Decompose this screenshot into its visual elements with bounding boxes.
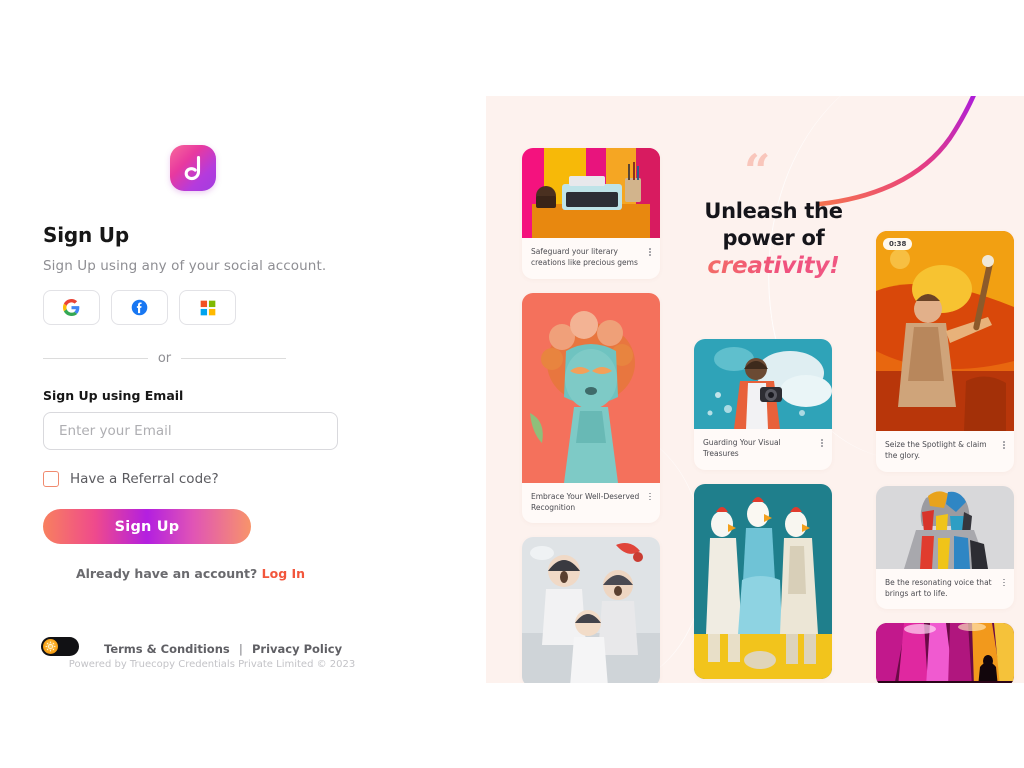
facebook-signup-button[interactable] [111, 290, 168, 325]
more-vertical-icon[interactable] [649, 246, 651, 256]
card-caption: Embrace Your Well-Deserved Recognition [531, 491, 640, 512]
card-thumbnail-photographer [694, 339, 832, 429]
referral-checkbox[interactable] [43, 471, 59, 487]
card-thumbnail-sculpture-woman [522, 292, 660, 483]
facebook-icon [131, 299, 148, 316]
signup-page: Sign Up Sign Up using any of your social… [0, 0, 1024, 768]
showcase-card[interactable] [876, 623, 1014, 683]
divider-line-left [43, 358, 148, 359]
google-icon [63, 299, 80, 316]
showcase-card[interactable] [522, 537, 660, 683]
card-caption: Safeguard your literary creations like p… [531, 247, 638, 268]
divider-label: or [157, 351, 172, 366]
more-vertical-icon[interactable] [821, 437, 823, 447]
app-logo-icon [170, 145, 216, 191]
signup-submit-button[interactable]: Sign Up [43, 509, 251, 544]
card-thumbnail-surreal-crowd [522, 537, 660, 683]
terms-link[interactable]: Terms & Conditions [104, 642, 230, 656]
more-vertical-icon[interactable] [1003, 439, 1005, 449]
card-thumbnail-stage-lights [876, 623, 1014, 683]
card-thumbnail-paint-bust [876, 485, 1014, 569]
page-title: Sign Up [43, 223, 129, 247]
showcase-column-3: 0:38 Seize the Spotlight & claim the glo… [876, 231, 1014, 683]
headline-line-2: power of [722, 225, 825, 250]
card-thumbnail-painter: 0:38 [876, 231, 1014, 431]
sun-icon [43, 639, 58, 654]
email-input[interactable] [43, 412, 338, 450]
showcase-card[interactable]: Safeguard your literary creations like p… [522, 148, 660, 279]
showcase-headline: Unleash the power of creativity! [676, 198, 871, 282]
signup-form-panel: Sign Up Sign Up using any of your social… [0, 0, 486, 768]
referral-checkbox-label: Have a Referral code? [70, 471, 219, 487]
microsoft-signup-button[interactable] [179, 290, 236, 325]
headline-line-1: Unleash the [704, 199, 843, 223]
login-link[interactable]: Log In [262, 566, 305, 581]
card-caption-row: Guarding Your Visual Treasures [694, 429, 832, 470]
showcase-panel: “ Unleash the power of creativity! Safeg… [486, 96, 1024, 683]
footer-links: Terms & Conditions | Privacy Policy [104, 642, 342, 656]
card-thumbnail-typewriter [522, 148, 660, 238]
privacy-link[interactable]: Privacy Policy [252, 642, 342, 656]
login-prompt: Already have an account? Log In [43, 566, 338, 581]
footer-credit: Powered by Truecopy Credentials Private … [68, 659, 356, 670]
card-caption-row: Embrace Your Well-Deserved Recognition [522, 483, 660, 524]
theme-toggle[interactable] [41, 637, 79, 656]
card-thumbnail-chicken-band [694, 483, 832, 679]
more-vertical-icon[interactable] [649, 491, 651, 501]
email-field-label: Sign Up using Email [43, 388, 184, 403]
form-subtitle: Sign Up using any of your social account… [43, 258, 327, 274]
showcase-column-1: Safeguard your literary creations like p… [522, 148, 660, 683]
card-caption: Guarding Your Visual Treasures [703, 438, 781, 459]
quote-mark-icon: “ [744, 144, 771, 198]
duration-badge: 0:38 [883, 238, 913, 250]
showcase-column-2: Guarding Your Visual Treasures [694, 339, 832, 683]
social-login-row [43, 290, 343, 325]
showcase-card[interactable]: Embrace Your Well-Deserved Recognition [522, 292, 660, 524]
more-vertical-icon[interactable] [1003, 577, 1005, 587]
referral-code-row[interactable]: Have a Referral code? [43, 471, 343, 487]
showcase-card[interactable]: Guarding Your Visual Treasures [694, 339, 832, 470]
card-caption: Be the resonating voice that brings art … [885, 577, 992, 598]
card-caption: Seize the Spotlight & claim the glory. [885, 440, 987, 461]
footer-separator: | [238, 642, 243, 656]
showcase-card[interactable] [694, 483, 832, 679]
card-caption-row: Safeguard your literary creations like p… [522, 238, 660, 279]
headline-accent: creativity! [676, 252, 871, 282]
form-content: Sign Up Sign Up using any of your social… [43, 145, 343, 487]
card-caption-row: Be the resonating voice that brings art … [876, 569, 1014, 610]
microsoft-icon [200, 300, 216, 316]
login-prompt-text: Already have an account? [75, 566, 258, 581]
showcase-card[interactable]: Be the resonating voice that brings art … [876, 485, 1014, 610]
card-caption-row: Seize the Spotlight & claim the glory. [876, 431, 1014, 472]
google-signup-button[interactable] [43, 290, 100, 325]
showcase-card[interactable]: 0:38 Seize the Spotlight & claim the glo… [876, 231, 1014, 472]
divider-line-right [181, 358, 286, 359]
or-divider: or [43, 351, 286, 366]
